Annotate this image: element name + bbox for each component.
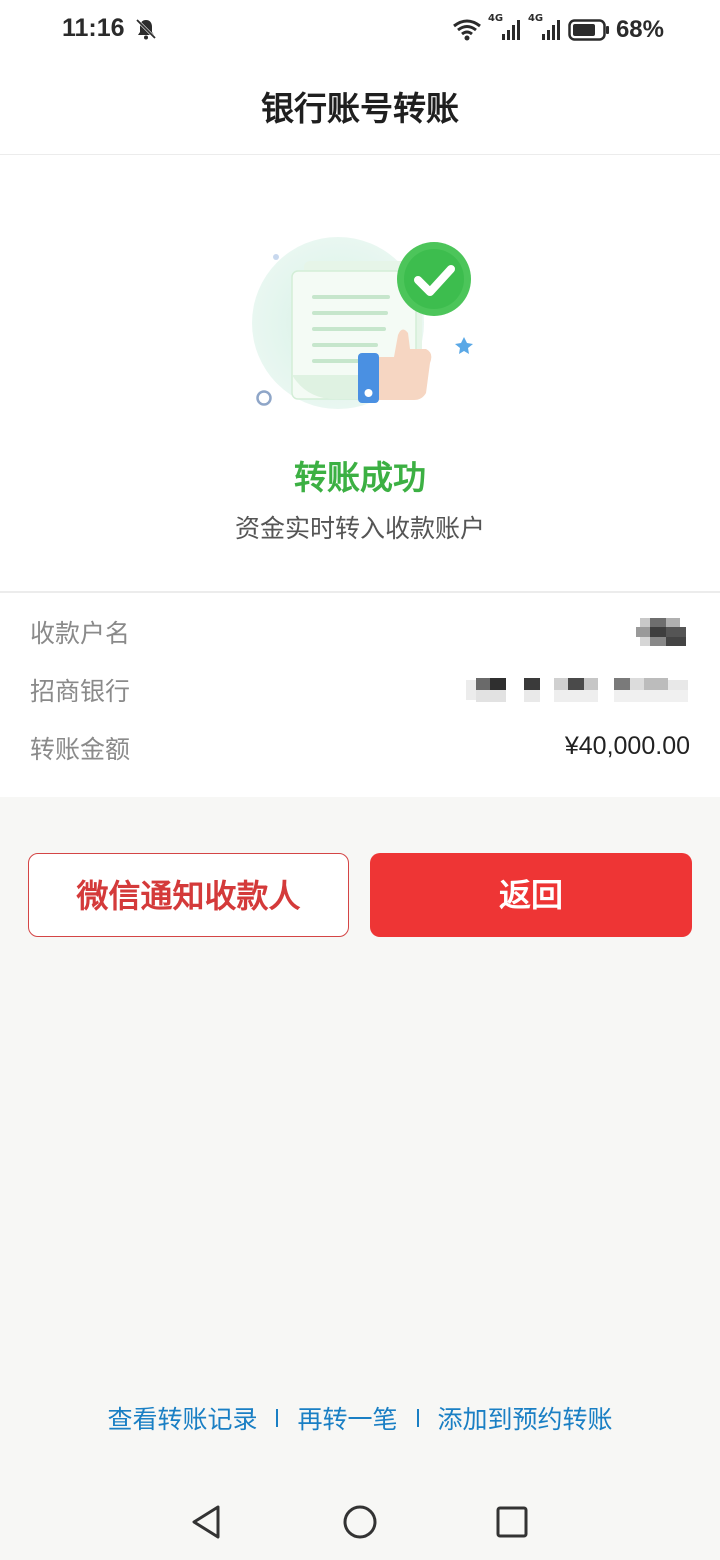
return-button[interactable]: 返回: [370, 853, 692, 937]
transfer-amount: ¥40,000.00: [564, 732, 690, 760]
home-circle-icon[interactable]: [341, 1503, 379, 1541]
transfer-details: 收款户名 招商银行 转账金额 ¥40,000.00: [0, 593, 720, 797]
detail-row-bank: 招商银行: [30, 668, 690, 708]
status-bar: 11:16 4G 4G 68%: [0, 0, 720, 60]
link-divider: [276, 1409, 279, 1427]
success-check-icon: [252, 237, 473, 409]
link-divider: [416, 1409, 419, 1427]
bottom-links: 查看转账记录 再转一笔 添加到预约转账: [0, 1398, 720, 1438]
battery-icon: [568, 19, 609, 41]
wechat-notify-button[interactable]: 微信通知收款人: [28, 853, 349, 937]
detail-label: 转账金额: [30, 735, 131, 764]
recents-square-icon[interactable]: [493, 1503, 531, 1541]
signal-icon-2: 4G: [528, 13, 562, 44]
page-title: 银行账号转账: [261, 89, 459, 128]
back-triangle-icon[interactable]: [188, 1503, 226, 1541]
schedule-transfer-link[interactable]: 添加到预约转账: [438, 1400, 613, 1436]
app-header: 银行账号转账: [0, 60, 720, 155]
detail-row-payee: 收款户名: [30, 610, 690, 650]
masked-value: [466, 678, 688, 702]
status-icons: 4G 4G 68%: [452, 13, 664, 46]
wifi-icon: [453, 19, 481, 41]
detail-label: 收款户名: [30, 619, 131, 648]
view-history-link[interactable]: 查看转账记录: [107, 1400, 257, 1436]
result-subtitle: 资金实时转入收款账户: [234, 514, 485, 543]
signal-icon: 4G: [488, 13, 522, 44]
transfer-again-link[interactable]: 再转一笔: [297, 1400, 397, 1436]
battery-percent: 68%: [615, 16, 664, 43]
status-time: 11:16: [62, 14, 125, 42]
detail-label: 招商银行: [30, 677, 131, 706]
bell-off-icon: [135, 18, 157, 40]
system-nav-bar: [0, 1483, 720, 1560]
result-title: 转账成功: [294, 458, 426, 497]
result-card: 转账成功 资金实时转入收款账户: [0, 155, 720, 593]
masked-value: [636, 618, 686, 646]
detail-row-amount: 转账金额 ¥40,000.00: [30, 726, 690, 766]
